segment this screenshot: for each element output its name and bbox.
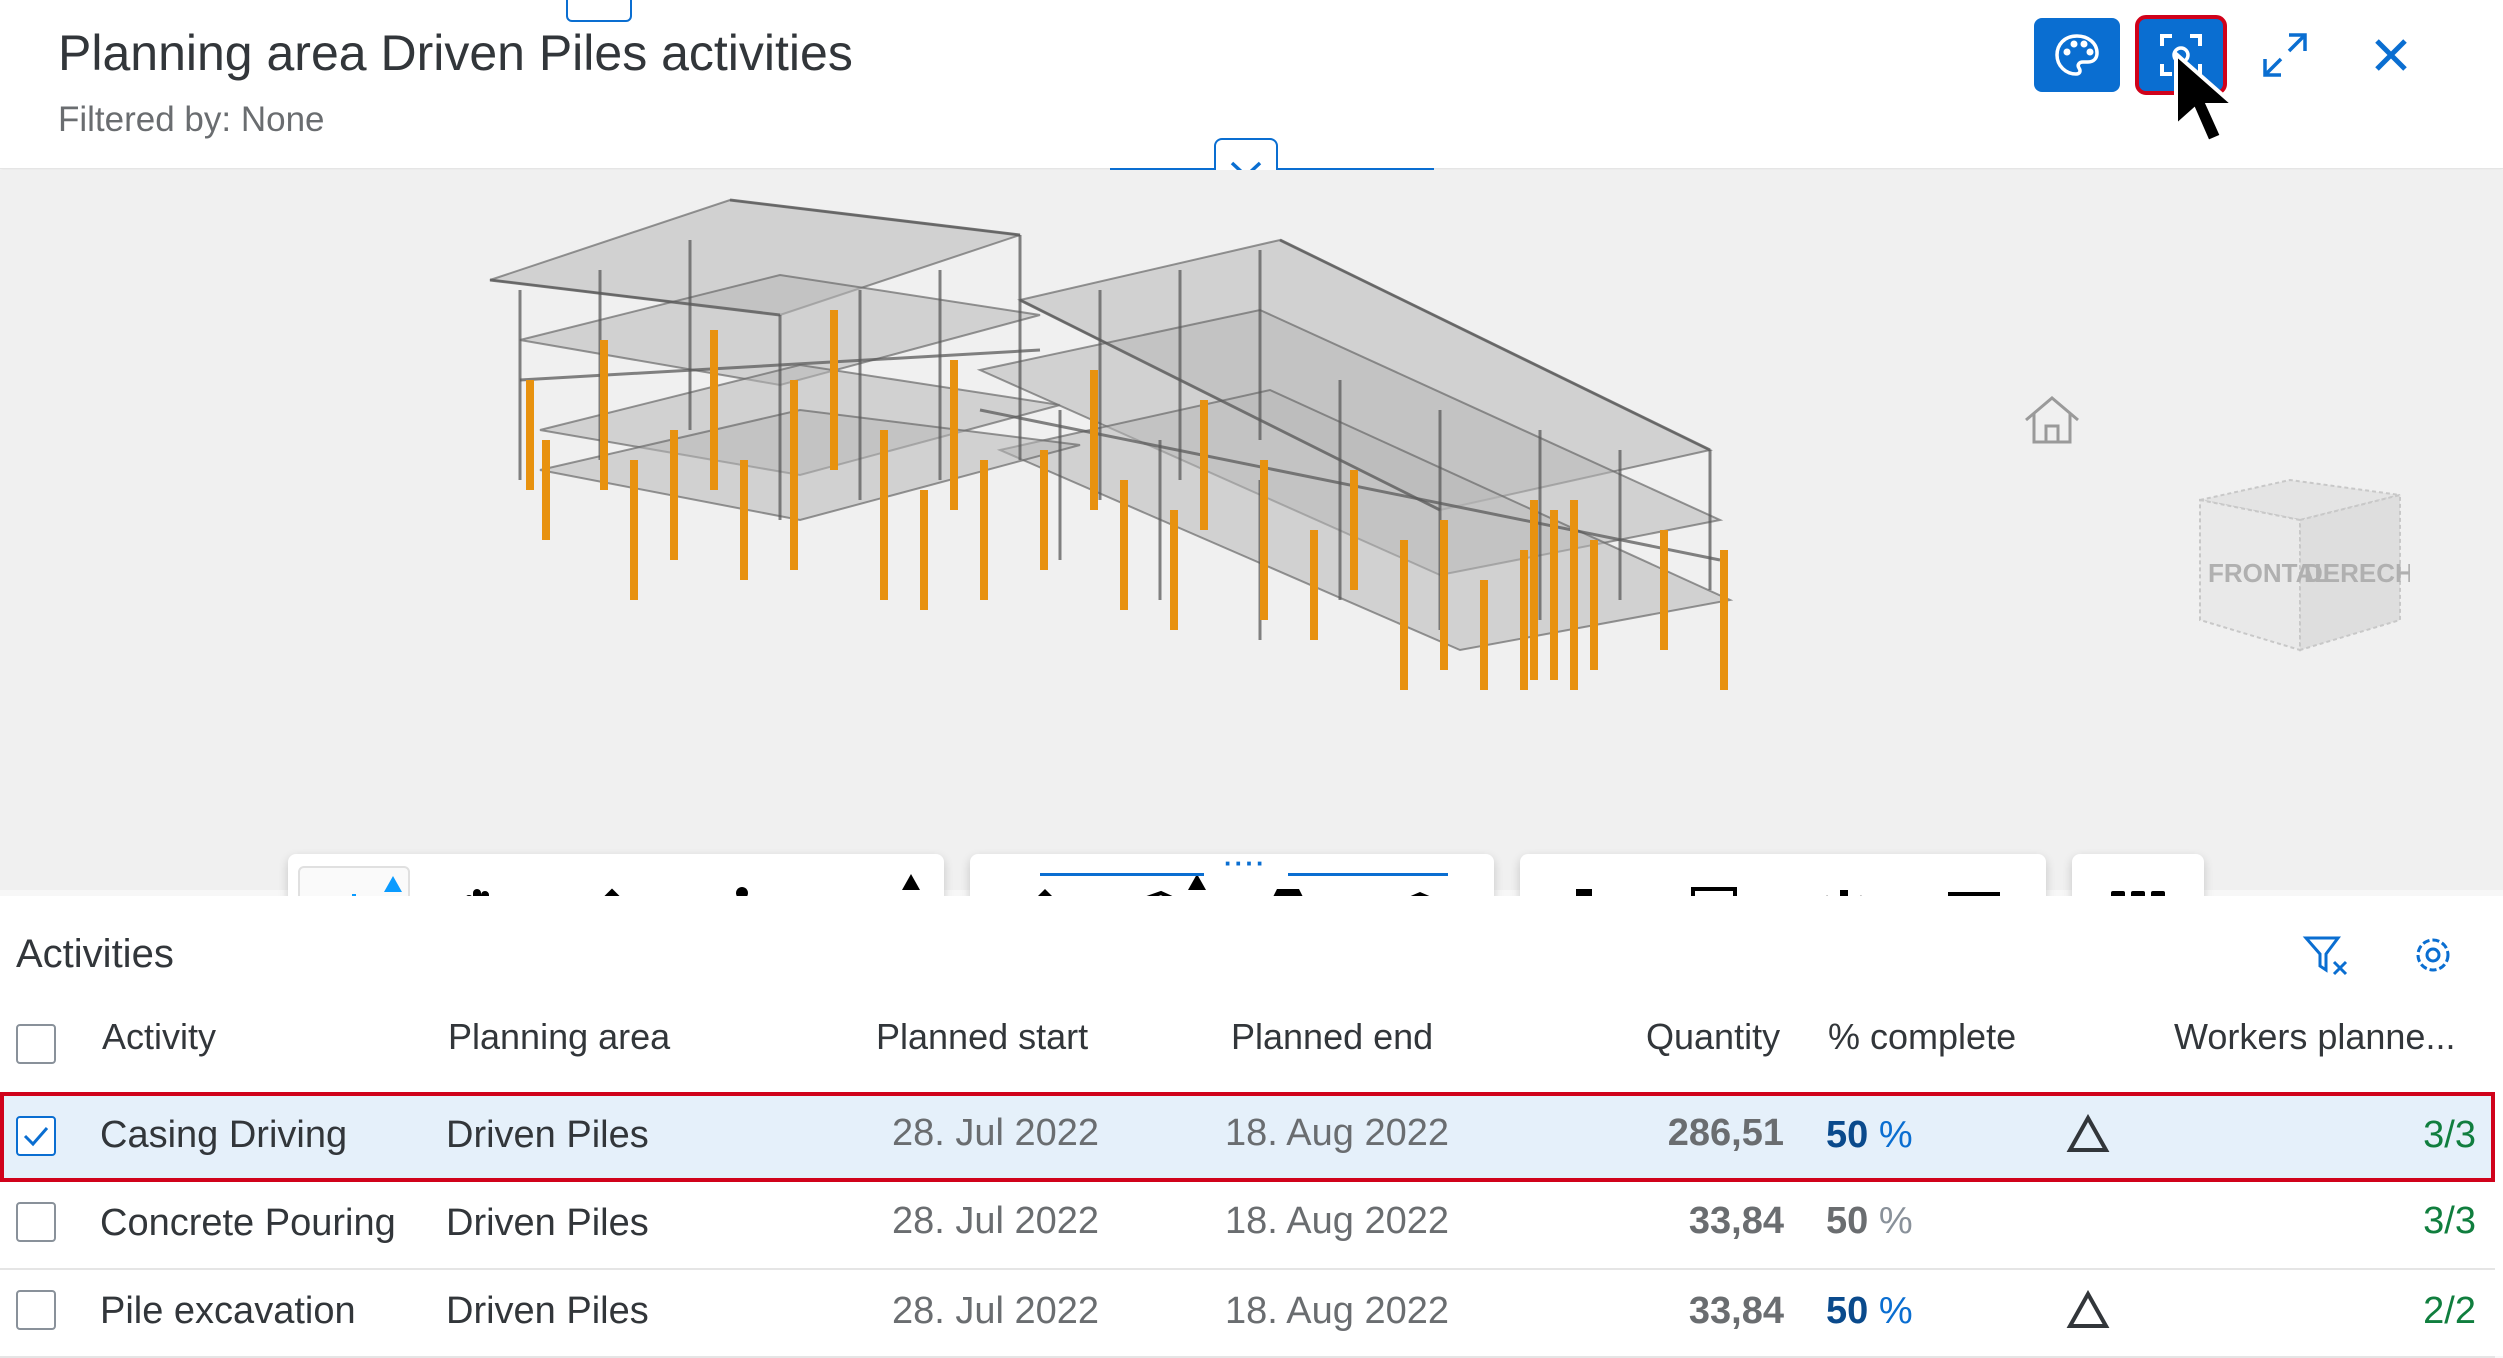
percent-value: 50 [1826, 1290, 1869, 1332]
column-header-planned-end[interactable]: Planned end [1231, 1016, 1433, 1058]
planned-start: 28. Jul 2022 [892, 1112, 1100, 1154]
workers-planned: 3/3 [2423, 1200, 2476, 1242]
quantity: 33,84 [1688, 1200, 1784, 1242]
column-header-activity[interactable]: Activity [102, 1016, 216, 1058]
column-header-planned-start[interactable]: Planned start [876, 1016, 1088, 1058]
workers-planned: 2/2 [2423, 1290, 2476, 1332]
row-checkbox-checked[interactable] [16, 1116, 56, 1156]
percent-complete: 50 % [1826, 1114, 1913, 1157]
activity-name: Pile excavation [100, 1290, 356, 1332]
planning-area: Driven Piles [446, 1290, 649, 1332]
section-options-indicator [1188, 874, 1206, 890]
filter-status: Filtered by: None [58, 100, 325, 139]
row-checkbox[interactable] [16, 1290, 56, 1330]
clear-filter-icon[interactable] [2302, 932, 2350, 980]
building-model[interactable] [480, 180, 1740, 720]
row-checkbox[interactable] [16, 1202, 56, 1242]
select-all-checkbox[interactable] [16, 1024, 56, 1064]
mouse-cursor-icon [2174, 50, 2240, 145]
planned-end: 18. Aug 2022 [1225, 1290, 1449, 1332]
color-palette-button[interactable] [2034, 18, 2120, 92]
checkmark-icon [23, 1127, 49, 1147]
expand-icon [2263, 33, 2307, 77]
table-settings-icon[interactable] [2410, 932, 2456, 978]
orbit-options-indicator [384, 876, 402, 892]
table-title: Activities [16, 932, 174, 976]
percent-value: 50 [1826, 1114, 1869, 1156]
activities-panel: Activities Activity Planning area Planne… [0, 896, 2503, 1358]
splitter-line-right [1288, 873, 1448, 876]
percent-unit: % [1878, 1290, 1913, 1332]
percent-value: 50 [1826, 1200, 1869, 1242]
column-header-planning-area[interactable]: Planning area [448, 1016, 670, 1058]
planned-end: 18. Aug 2022 [1225, 1200, 1449, 1242]
percent-unit: % [1878, 1114, 1913, 1156]
3d-viewer[interactable]: FRONTAL DERECHA [0, 170, 2503, 982]
quantity: 33,84 [1688, 1290, 1784, 1332]
splitter-line-left [1040, 873, 1204, 876]
warning-triangle-icon[interactable] [2066, 1114, 2110, 1154]
table-row[interactable]: Concrete Pouring Driven Piles 28. Jul 20… [0, 1180, 2495, 1270]
close-button[interactable] [2348, 18, 2434, 92]
navigation-cube[interactable]: FRONTAL DERECHA [2190, 470, 2410, 660]
column-header-workers-planned[interactable]: Workers planne... [2174, 1016, 2455, 1058]
percent-unit: % [1878, 1200, 1913, 1242]
home-view-icon[interactable] [2020, 392, 2084, 448]
percent-complete: 50 % [1826, 1200, 1913, 1243]
activity-name: Concrete Pouring [100, 1202, 396, 1244]
planning-area: Driven Piles [446, 1114, 649, 1156]
palette-icon [2055, 34, 2099, 76]
planned-start: 28. Jul 2022 [892, 1200, 1100, 1242]
top-handle[interactable] [566, 0, 632, 22]
warning-triangle-icon[interactable] [2066, 1290, 2110, 1330]
close-icon [2375, 39, 2407, 71]
table-row[interactable]: Casing Driving Driven Piles 28. Jul 2022… [0, 1092, 2495, 1182]
planning-area: Driven Piles [446, 1202, 649, 1244]
workers-planned: 3/3 [2423, 1114, 2476, 1156]
camera-options-indicator [902, 874, 920, 890]
planned-end: 18. Aug 2022 [1225, 1112, 1449, 1154]
planned-start: 28. Jul 2022 [892, 1290, 1100, 1332]
column-header-quantity[interactable]: Quantity [1646, 1016, 1780, 1058]
table-row[interactable]: Pile excavation Driven Piles 28. Jul 202… [0, 1268, 2495, 1358]
quantity: 286,51 [1667, 1112, 1784, 1154]
column-header-percent-complete[interactable]: % complete [1828, 1016, 2016, 1058]
percent-complete: 50 % [1826, 1290, 1913, 1333]
activity-name: Casing Driving [100, 1114, 348, 1156]
page-title: Planning area Driven Piles activities [58, 25, 853, 81]
navcube-right-label[interactable]: DERECHA [2304, 558, 2410, 588]
resize-handle[interactable]: ···· [1224, 848, 1267, 879]
